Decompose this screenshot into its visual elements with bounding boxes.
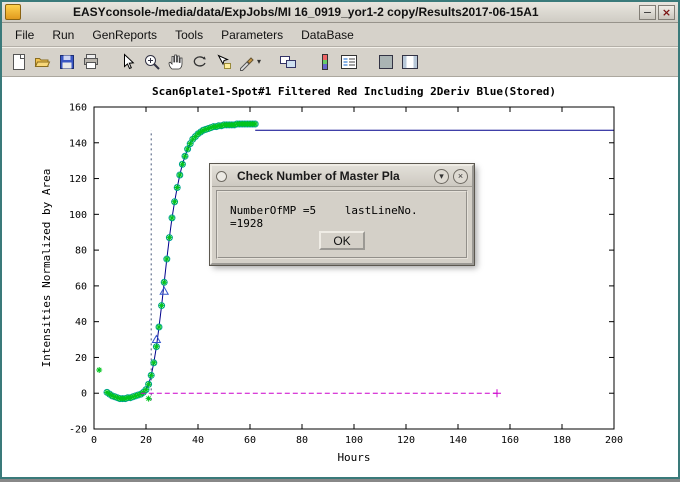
insert-legend-button[interactable] <box>337 50 361 74</box>
svg-text:40: 40 <box>75 317 87 328</box>
svg-text:100: 100 <box>69 210 87 221</box>
dialog-title: Check Number of Master Pla <box>227 169 430 183</box>
menu-parameters[interactable]: Parameters <box>212 24 292 46</box>
save-figure-icon <box>58 53 76 71</box>
toolbar: ▾ <box>2 47 678 77</box>
open-file-icon <box>34 53 52 71</box>
svg-text:Intensities Normalized by Area: Intensities Normalized by Area <box>40 169 53 368</box>
edit-plot-button[interactable] <box>116 50 140 74</box>
zoom-in-icon <box>143 53 161 71</box>
brush-data-button[interactable]: ▾ <box>236 50 263 74</box>
menu-genreports[interactable]: GenReports <box>83 24 166 46</box>
pan-button[interactable] <box>164 50 188 74</box>
svg-text:140: 140 <box>449 435 467 446</box>
hide-plot-tools-icon <box>377 53 395 71</box>
pan-icon <box>167 53 185 71</box>
menu-file[interactable]: File <box>6 24 43 46</box>
new-figure-icon <box>10 53 28 71</box>
dialog-icon <box>216 171 227 182</box>
data-cursor-button[interactable] <box>212 50 236 74</box>
svg-text:80: 80 <box>296 435 308 446</box>
close-button[interactable]: × <box>658 5 675 20</box>
svg-text:Scan6plate1-Spot#1 Filtered Re: Scan6plate1-Spot#1 Filtered Red Includin… <box>152 85 556 98</box>
brush-data-icon <box>238 53 256 71</box>
svg-text:20: 20 <box>140 435 152 446</box>
dialog-close-button[interactable]: × <box>453 169 468 184</box>
dialog-body: NumberOfMP =5 lastLineNo. =1928 OK <box>216 190 468 259</box>
rotate-3d-button[interactable] <box>188 50 212 74</box>
menu-bar: FileRunGenReportsToolsParametersDataBase <box>2 23 678 47</box>
easyconsole-window: EASYconsole-/media/data/ExpJobs/MI 16_09… <box>0 0 680 479</box>
minimize-button[interactable]: − <box>639 5 656 20</box>
app-icon <box>5 4 21 20</box>
insert-legend-icon <box>340 53 358 71</box>
svg-text:200: 200 <box>605 435 623 446</box>
window-title: EASYconsole-/media/data/ExpJobs/MI 16_09… <box>21 5 637 19</box>
svg-text:40: 40 <box>192 435 204 446</box>
svg-text:160: 160 <box>69 103 87 114</box>
svg-text:0: 0 <box>91 435 97 446</box>
show-plot-tools-button[interactable] <box>398 50 422 74</box>
dialog-message: NumberOfMP =5 lastLineNo. =1928 <box>218 192 466 230</box>
svg-text:160: 160 <box>501 435 519 446</box>
svg-text:180: 180 <box>553 435 571 446</box>
svg-text:60: 60 <box>244 435 256 446</box>
title-bar: EASYconsole-/media/data/ExpJobs/MI 16_09… <box>2 2 678 23</box>
zoom-in-button[interactable] <box>140 50 164 74</box>
svg-text:120: 120 <box>69 174 87 185</box>
rotate-3d-icon <box>191 53 209 71</box>
dropdown-arrow-icon: ▾ <box>257 57 261 66</box>
insert-colorbar-button[interactable] <box>313 50 337 74</box>
figure-area: 0 20 40 60 80 100 120 140 160 180 200 -20 0 20 40 60 80 1… <box>2 77 678 477</box>
link-plot-icon <box>279 53 297 71</box>
svg-text:Hours: Hours <box>337 451 370 464</box>
check-master-plate-dialog: Check Number of Master Pla ▾ × NumberOfM… <box>210 164 474 265</box>
svg-text:60: 60 <box>75 281 87 292</box>
svg-text:100: 100 <box>345 435 363 446</box>
ok-button[interactable]: OK <box>319 231 365 250</box>
menu-tools[interactable]: Tools <box>166 24 212 46</box>
figure-canvas[interactable]: 0 20 40 60 80 100 120 140 160 180 200 -20 0 20 40 60 80 1… <box>2 77 678 477</box>
menu-database[interactable]: DataBase <box>292 24 363 46</box>
hide-plot-tools-button[interactable] <box>374 50 398 74</box>
svg-text:140: 140 <box>69 138 87 149</box>
open-file-button[interactable] <box>31 50 55 74</box>
print-figure-button[interactable] <box>79 50 103 74</box>
insert-colorbar-icon <box>316 53 334 71</box>
svg-text:-20: -20 <box>69 425 87 436</box>
dialog-collapse-button[interactable]: ▾ <box>434 169 449 184</box>
number-of-mp-value: NumberOfMP =5 <box>230 204 316 217</box>
svg-text:80: 80 <box>75 246 87 257</box>
save-figure-button[interactable] <box>55 50 79 74</box>
data-cursor-icon <box>215 53 233 71</box>
menu-run[interactable]: Run <box>43 24 83 46</box>
svg-text:20: 20 <box>75 353 87 364</box>
show-plot-tools-icon <box>401 53 419 71</box>
edit-plot-icon <box>119 53 137 71</box>
svg-text:0: 0 <box>81 389 87 400</box>
svg-text:120: 120 <box>397 435 415 446</box>
print-figure-icon <box>82 53 100 71</box>
dialog-title-bar: Check Number of Master Pla ▾ × <box>212 166 472 187</box>
new-figure-button[interactable] <box>7 50 31 74</box>
link-plot-button[interactable] <box>276 50 300 74</box>
